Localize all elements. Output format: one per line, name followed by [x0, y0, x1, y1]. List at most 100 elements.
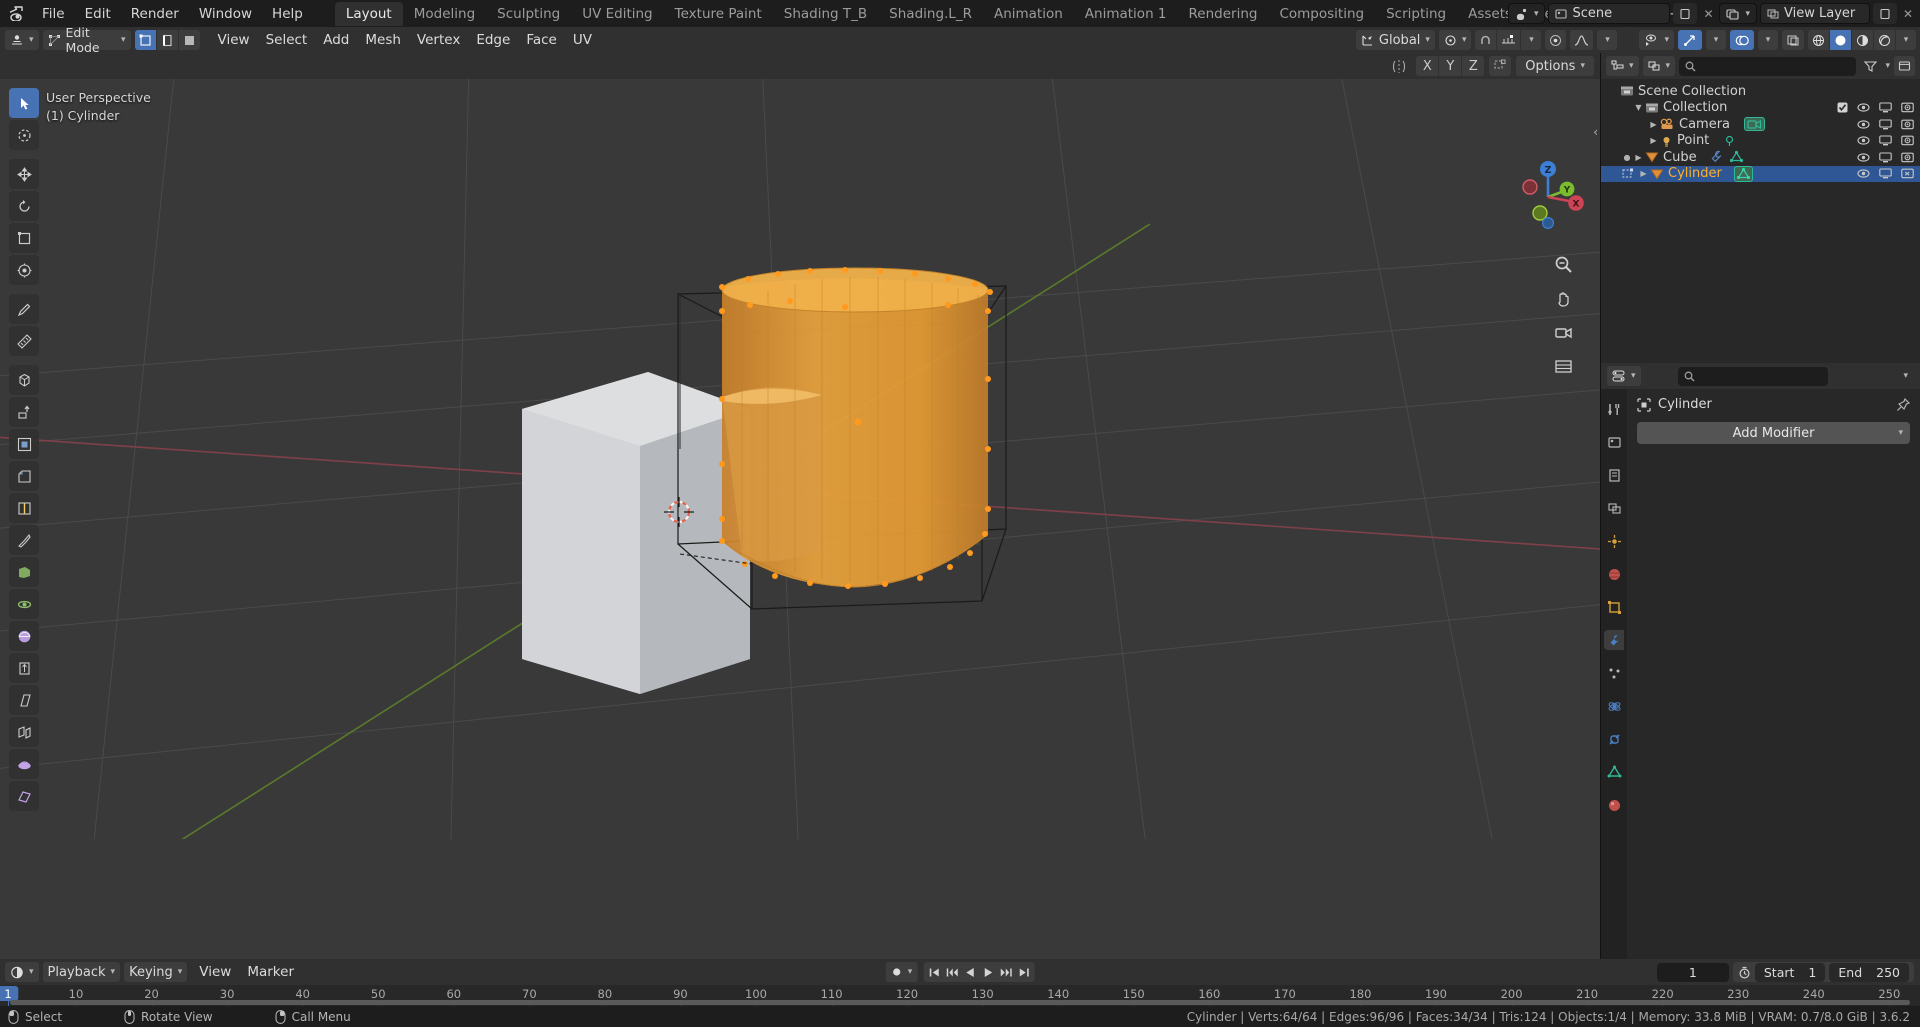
disable-in-renders-toggle[interactable] [1901, 168, 1914, 179]
modifier-icon[interactable] [1709, 150, 1723, 164]
auto-keying-toggle[interactable]: ▾ [885, 962, 918, 982]
wireframe-shading-icon[interactable] [1808, 30, 1829, 50]
tweak-tool-icon[interactable] [9, 88, 39, 118]
menu-file[interactable]: File [32, 3, 75, 25]
viewport-menu-uv[interactable]: UV [565, 30, 600, 50]
disable-in-viewports-toggle[interactable] [1879, 119, 1892, 130]
snap-chevron-icon[interactable]: ▾ [1521, 30, 1542, 50]
scene-browse-button[interactable]: ▾ [1507, 3, 1546, 24]
pin-id-icon[interactable] [1896, 397, 1910, 412]
snap-increment-icon[interactable] [1497, 30, 1521, 50]
world-tab-icon[interactable] [1604, 564, 1624, 584]
new-scene-button[interactable] [1673, 3, 1698, 24]
object-data-tab-icon[interactable] [1604, 762, 1624, 782]
timeline-menu-playback[interactable]: Playback ▾ [42, 962, 121, 982]
tab-rendering[interactable]: Rendering [1178, 2, 1269, 26]
hide-in-viewport-toggle[interactable] [1857, 135, 1870, 146]
viewport-3d[interactable]: User Perspective (1) Cylinder Z Y X ‹ [0, 79, 1600, 959]
snapping-magnet-dropdown[interactable]: ▾ [1438, 30, 1472, 50]
properties-editor-type-icon[interactable]: ▾ [1607, 366, 1641, 386]
proportional-falloff-icon[interactable] [1570, 30, 1594, 50]
timeline-ruler[interactable]: 10 20 30 40 50 60 70 80 90 100 110 120 130 140 150 160 1… [0, 985, 1920, 1006]
mesh-data-icon[interactable] [1733, 165, 1753, 182]
tab-shading-l-r[interactable]: Shading.L_R [878, 2, 983, 26]
current-frame-field[interactable]: 1 [1656, 962, 1729, 982]
mirror-options-icon[interactable] [1387, 56, 1411, 76]
smooth-tool-icon[interactable] [9, 621, 39, 651]
frame-end-field[interactable]: End 250 [1829, 962, 1909, 982]
hide-in-viewport-toggle[interactable] [1857, 152, 1870, 163]
overlays-chevron-icon[interactable]: ▾ [1758, 30, 1778, 50]
jump-to-end-icon[interactable] [1015, 962, 1032, 982]
annotate-tool-icon[interactable] [9, 294, 39, 324]
tool-tab-icon[interactable] [1604, 399, 1624, 419]
timeline-menu-view[interactable]: View [191, 962, 239, 982]
timeline-editor-type-icon[interactable]: ▾ [5, 962, 39, 982]
disable-in-renders-toggle[interactable] [1901, 135, 1914, 146]
menu-help[interactable]: Help [262, 3, 313, 25]
output-tab-icon[interactable] [1604, 465, 1624, 485]
spin-tool-icon[interactable] [9, 589, 39, 619]
modifier-tab-icon[interactable] [1604, 630, 1624, 650]
viewport-menu-add[interactable]: Add [315, 30, 357, 50]
camera-data-icon[interactable] [1744, 117, 1766, 132]
xray-toggle-icon[interactable] [1782, 30, 1804, 50]
rotate-edge-tool-icon[interactable] [9, 781, 39, 811]
pan-view-icon[interactable] [1550, 285, 1576, 311]
outliner-search-input[interactable] [1679, 56, 1857, 76]
transform-tool-icon[interactable] [9, 255, 39, 285]
add-cube-tool-icon[interactable] [9, 365, 39, 395]
object-tab-icon[interactable] [1604, 597, 1624, 617]
light-data-icon[interactable] [1723, 135, 1736, 147]
measure-tool-icon[interactable] [9, 326, 39, 356]
viewlayer-tab-icon[interactable] [1604, 498, 1624, 518]
gizmos-chevron-icon[interactable]: ▾ [1706, 30, 1726, 50]
blend-from-shape-tool-icon[interactable] [9, 749, 39, 779]
use-preview-range-icon[interactable] [1738, 966, 1751, 979]
menu-window[interactable]: Window [189, 3, 262, 25]
scale-tool-icon[interactable] [9, 223, 39, 253]
viewport-menu-select[interactable]: Select [258, 30, 316, 50]
new-viewlayer-button[interactable] [1873, 3, 1897, 24]
editor-type-selector[interactable]: ▾ [5, 30, 39, 50]
hide-in-viewport-toggle[interactable] [1857, 168, 1870, 179]
jump-to-start-icon[interactable] [925, 962, 942, 982]
outliner-row-cube[interactable]: ● ▶ Cube [1601, 149, 1920, 166]
timeline-menu-keying[interactable]: Keying ▾ [124, 962, 188, 982]
constraints-tab-icon[interactable] [1604, 729, 1624, 749]
play-icon[interactable] [979, 962, 996, 982]
viewport-visibility-dropdown[interactable]: ▾ [1639, 30, 1674, 50]
mirror-axis-z-button[interactable]: Z [1462, 56, 1485, 76]
tab-animation[interactable]: Animation [983, 2, 1074, 26]
proportional-chevron-icon[interactable]: ▾ [1597, 30, 1618, 50]
outliner-filter-icon[interactable] [1860, 56, 1881, 76]
rendered-shading-icon[interactable] [1874, 30, 1895, 50]
play-reverse-icon[interactable] [961, 962, 978, 982]
zoom-view-icon[interactable] [1550, 251, 1576, 277]
tab-layout[interactable]: Layout [334, 1, 403, 26]
shading-chevron-icon[interactable]: ▾ [1896, 30, 1916, 50]
tab-shading-t-b[interactable]: Shading T_B [773, 2, 878, 26]
rip-region-tool-icon[interactable] [9, 717, 39, 747]
tab-sculpting[interactable]: Sculpting [486, 2, 571, 26]
solid-shading-icon[interactable] [1830, 30, 1851, 50]
viewport-overlays-toggle[interactable] [1730, 30, 1754, 50]
disable-in-renders-toggle[interactable] [1901, 152, 1914, 163]
outliner-row-cylinder[interactable]: ▶ Cylinder [1601, 165, 1920, 182]
tab-texture-paint[interactable]: Texture Paint [664, 2, 773, 26]
tab-uv-editing[interactable]: UV Editing [571, 2, 663, 26]
viewport-options-dropdown[interactable]: Options ▾ [1516, 56, 1594, 76]
sidebar-collapse-arrow-icon[interactable]: ‹ [1593, 125, 1598, 139]
timeline-playhead[interactable]: 1 [0, 986, 19, 1001]
knife-tool-icon[interactable] [9, 525, 39, 555]
remove-viewlayer-button[interactable]: ✕ [1900, 7, 1916, 21]
shear-tool-icon[interactable] [9, 685, 39, 715]
move-tool-icon[interactable] [9, 159, 39, 189]
edge-select-icon[interactable] [156, 30, 178, 50]
menu-edit[interactable]: Edit [75, 3, 121, 25]
collection-checkbox[interactable] [1837, 102, 1848, 113]
hide-in-viewport-toggle[interactable] [1857, 102, 1870, 113]
disable-in-viewports-toggle[interactable] [1879, 152, 1892, 163]
outliner-row-collection[interactable]: ▼ Collection [1601, 100, 1920, 117]
render-tab-icon[interactable] [1604, 432, 1624, 452]
